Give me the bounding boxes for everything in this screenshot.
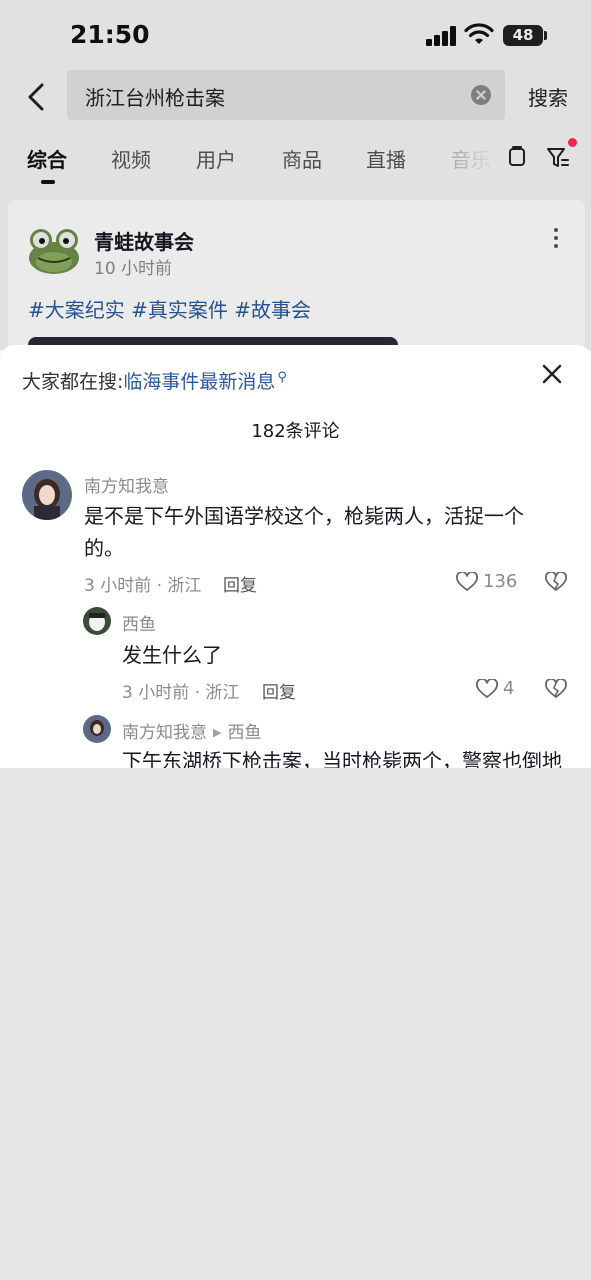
search-icon: ⚲ bbox=[277, 369, 287, 385]
reply-item: 南方知我意 ▶ 西鱼 下午东湖桥下枪击案，当时枪毙两个，警察也倒地 bbox=[0, 715, 591, 768]
comment-time-location: 3 小时前 · 浙江 bbox=[122, 683, 240, 703]
user-avatar[interactable] bbox=[83, 607, 111, 635]
reply-item: 西鱼 发生什么了 3 小时前 · 浙江 回复 4 bbox=[0, 607, 591, 707]
screenshot-cut-edge bbox=[0, 768, 591, 784]
heart-icon[interactable] bbox=[456, 572, 478, 592]
background-dim bbox=[0, 0, 591, 350]
comment-item: 南方知我意 是不是下午外国语学校这个，枪毙两人，活捉一个的。 3 小时前 · 浙… bbox=[0, 470, 591, 600]
reply-button[interactable]: 回复 bbox=[262, 678, 296, 703]
comment-username[interactable]: 南方知我意 bbox=[122, 723, 207, 743]
hot-search-suggestion[interactable]: 大家都在搜:临海事件最新消息 ⚲ bbox=[22, 367, 287, 394]
comment-username[interactable]: 西鱼 bbox=[122, 610, 156, 635]
reply-to-username[interactable]: 西鱼 bbox=[227, 723, 261, 743]
user-avatar[interactable] bbox=[83, 715, 111, 743]
comment-count: 182条评论 bbox=[251, 421, 340, 442]
reply-username-line: 南方知我意 ▶ 西鱼 bbox=[122, 718, 261, 743]
broken-heart-icon[interactable] bbox=[545, 572, 567, 592]
screen: 21:50 48 浙江台州枪击案 搜索 综合 视频 用户 商品 直播 青蛙故事会… bbox=[0, 0, 591, 1280]
comments-sheet: 大家都在搜:临海事件最新消息 ⚲ 182条评论 南方知我意 是不是下午外国语学校这… bbox=[0, 345, 591, 768]
reply-button[interactable]: 回复 bbox=[223, 571, 257, 596]
user-avatar[interactable] bbox=[22, 470, 72, 520]
close-icon[interactable] bbox=[541, 363, 563, 385]
heart-icon[interactable] bbox=[476, 679, 498, 699]
hot-search-label: 大家都在搜: bbox=[22, 371, 124, 393]
hot-search-link[interactable]: 临海事件最新消息 bbox=[123, 371, 275, 393]
comment-username[interactable]: 南方知我意 bbox=[84, 472, 169, 497]
broken-heart-icon[interactable] bbox=[545, 679, 567, 699]
comment-text: 下午东湖桥下枪击案，当时枪毙两个，警察也倒地 bbox=[122, 749, 562, 768]
reply-arrow-icon: ▶ bbox=[213, 726, 222, 739]
comment-text: 发生什么了 bbox=[122, 643, 222, 667]
like-count: 4 bbox=[503, 678, 515, 699]
comment-time-location: 3 小时前 · 浙江 bbox=[84, 576, 202, 596]
comment-text: 是不是下午外国语学校这个，枪毙两人，活捉一个的。 bbox=[84, 504, 524, 560]
like-count: 136 bbox=[483, 571, 518, 592]
